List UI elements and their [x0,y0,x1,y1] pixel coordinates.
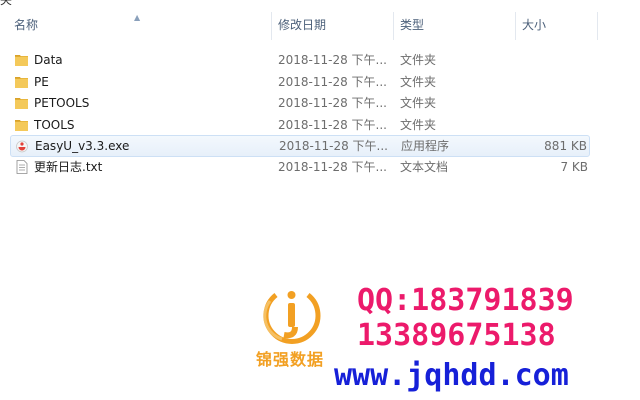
column-divider[interactable] [597,12,598,40]
file-date: 2018-11-28 下午... [279,139,388,153]
folder-icon [15,55,28,66]
file-row-petools[interactable]: PETOOLS 2018-11-28 下午... 文件夹 [10,93,590,115]
folder-icon [15,120,28,131]
file-name: PETOOLS [34,96,90,110]
watermark-qq: QQ:183791839 [357,283,574,318]
file-type: 文件夹 [400,53,437,67]
file-date: 2018-11-28 下午... [278,53,387,67]
folder-icon [15,98,28,109]
text-file-icon [16,160,28,174]
file-date: 2018-11-28 下午... [278,75,387,89]
column-header-bar: 名称 ▲ 修改日期 类型 大小 [0,10,640,40]
file-size: 881 KB [544,139,587,153]
file-row-tools[interactable]: TOOLS 2018-11-28 下午... 文件夹 [10,115,590,137]
file-date: 2018-11-28 下午... [278,118,387,132]
file-row-pe[interactable]: PE 2018-11-28 下午... 文件夹 [10,72,590,94]
watermark-logo-text: 锦强数据 [256,350,325,369]
folder-icon [15,77,28,88]
top-strip-text: 夹 [0,0,13,7]
column-header-size-label: 大小 [522,18,547,32]
column-header-name-label: 名称 [14,18,39,32]
watermark-url: www.jqhdd.com [334,358,569,393]
file-type: 文件夹 [400,118,437,132]
file-type: 文件夹 [400,96,437,110]
top-strip: 夹 [0,0,640,10]
file-date: 2018-11-28 下午... [278,160,387,174]
file-size: 7 KB [560,160,588,174]
watermark-phone: 13389675138 [357,318,556,353]
file-row-data[interactable]: Data 2018-11-28 下午... 文件夹 [10,50,590,72]
column-header-type[interactable]: 类型 [394,10,514,40]
file-date: 2018-11-28 下午... [278,96,387,110]
file-name: Data [34,53,63,67]
column-header-date[interactable]: 修改日期 [272,10,392,40]
file-row-changelog-txt[interactable]: 更新日志.txt 2018-11-28 下午... 文本文档 7 KB [10,157,590,179]
file-name: 更新日志.txt [34,160,103,174]
app-icon [16,140,28,153]
file-name: PE [34,75,49,89]
file-type: 文件夹 [400,75,437,89]
column-header-date-label: 修改日期 [278,18,327,32]
file-row-easyu-exe[interactable]: EasyU_v3.3.exe 2018-11-28 下午... 应用程序 881… [10,135,590,157]
file-explorer-window: 夹 名称 ▲ 修改日期 类型 大小 Data 2018-11-28 下午... [0,0,640,400]
file-name: TOOLS [34,118,75,132]
file-type: 应用程序 [401,139,450,153]
file-name: EasyU_v3.3.exe [35,139,130,153]
sort-ascending-icon: ▲ [134,13,141,22]
column-header-size[interactable]: 大小 [516,10,596,40]
column-header-type-label: 类型 [400,18,425,32]
file-type: 文本文档 [400,160,449,174]
